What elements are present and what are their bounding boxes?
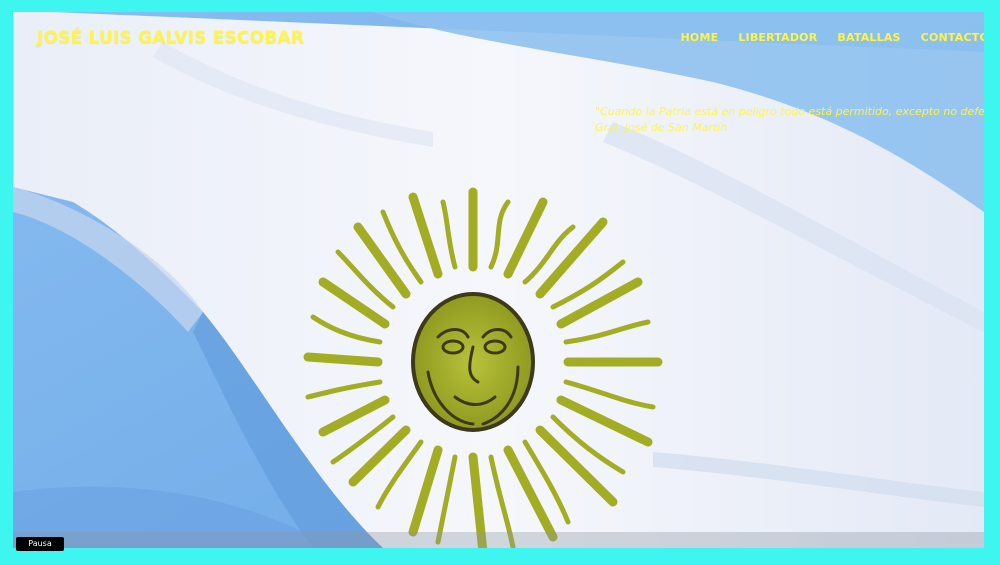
nav-home[interactable]: HOME (680, 31, 718, 44)
nav-batallas[interactable]: BATALLAS (837, 31, 900, 44)
site-title[interactable]: JOSÉ LUIS GALVIS ESCOBAR (37, 28, 304, 48)
main-nav: HOME LIBERTADOR BATALLAS CONTACTO (680, 31, 984, 44)
nav-libertador[interactable]: LIBERTADOR (738, 31, 817, 44)
hero-video: JOSÉ LUIS GALVIS ESCOBAR HOME LIBERTADOR… (13, 12, 984, 548)
video-controls-bar (13, 532, 984, 548)
quote-text: "Cuando la Patria está en peligro todo e… (595, 105, 984, 118)
pause-button[interactable]: Pausa (16, 537, 64, 551)
nav-contacto[interactable]: CONTACTO (921, 31, 984, 44)
hero-quote: "Cuando la Patria está en peligro todo e… (595, 104, 984, 136)
quote-author: Gral. José de San Martín (595, 120, 728, 134)
argentina-flag-background (13, 12, 984, 548)
page-bottom-strip (0, 548, 1000, 565)
